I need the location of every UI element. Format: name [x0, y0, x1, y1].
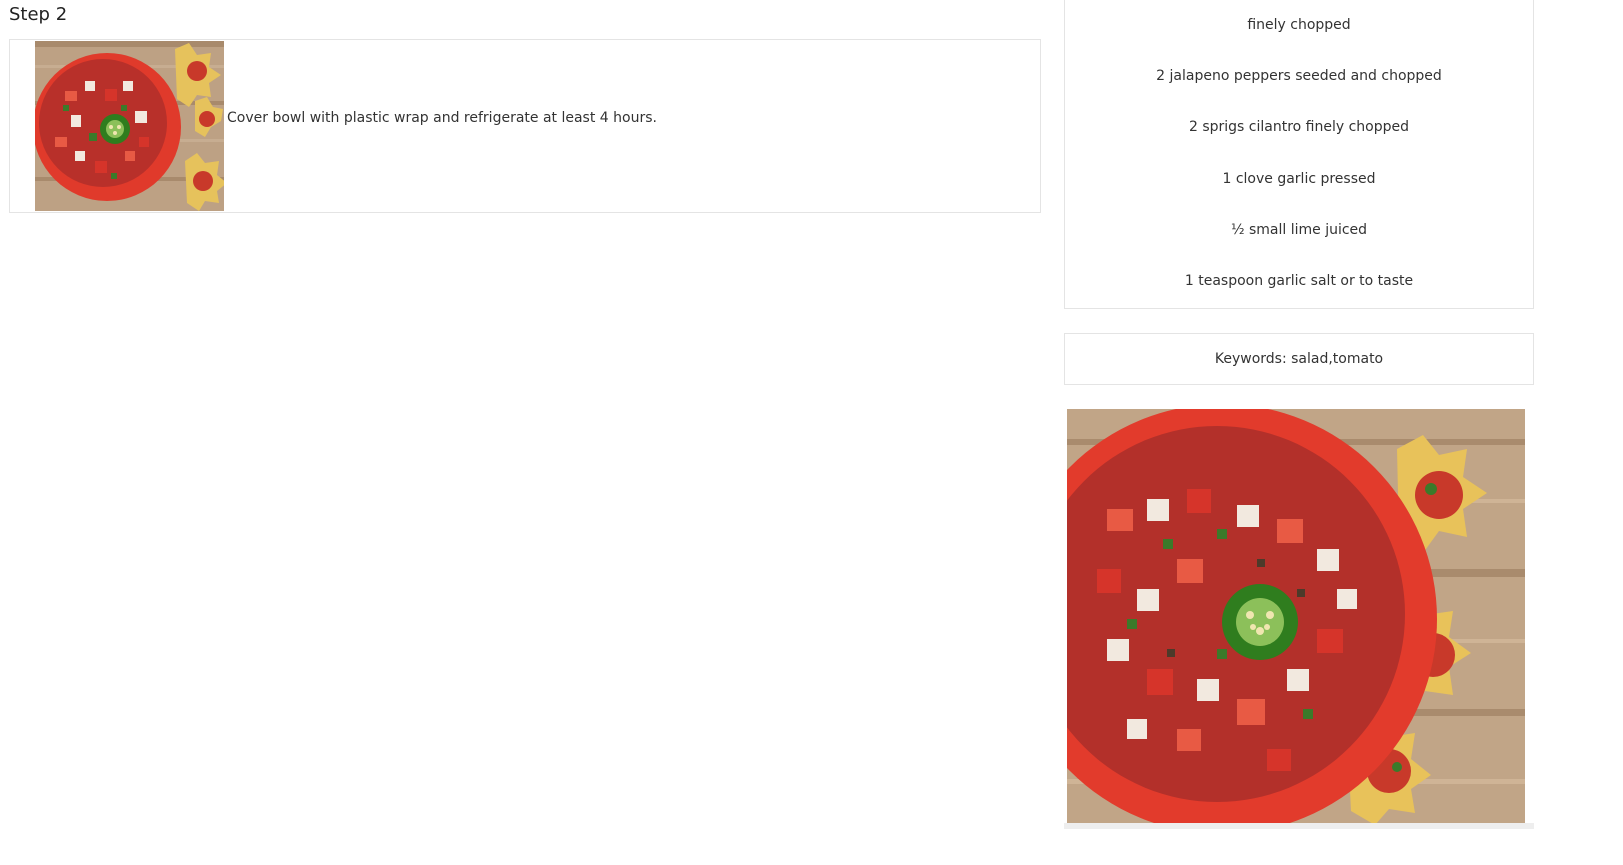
ingredient-item: finely chopped [1247, 17, 1351, 33]
image-divider [1064, 823, 1534, 829]
ingredient-item: ½ small lime juiced [1230, 222, 1368, 238]
ingredients-list: finely chopped 2 jalapeno peppers seeded… [1064, 0, 1534, 309]
step-card: Cover bowl with plastic wrap and refrige… [9, 39, 1041, 213]
ingredient-item: 2 jalapeno peppers seeded and chopped [1156, 68, 1442, 84]
step-thumbnail-image [35, 41, 224, 211]
keywords-text: Keywords: salad,tomato [1214, 351, 1384, 367]
recipe-hero-image [1067, 409, 1525, 823]
ingredient-item: 1 clove garlic pressed [1222, 171, 1376, 187]
keywords-box: Keywords: salad,tomato [1064, 333, 1534, 385]
step-instruction-text: Cover bowl with plastic wrap and refrige… [227, 110, 657, 126]
ingredient-item: 1 teaspoon garlic salt or to taste [1184, 273, 1414, 289]
step-title: Step 2 [9, 4, 68, 25]
ingredient-item: 2 sprigs cilantro finely chopped [1188, 119, 1410, 135]
recipe-page: Step 2 Cover bowl with plastic wrap and … [0, 0, 1623, 865]
